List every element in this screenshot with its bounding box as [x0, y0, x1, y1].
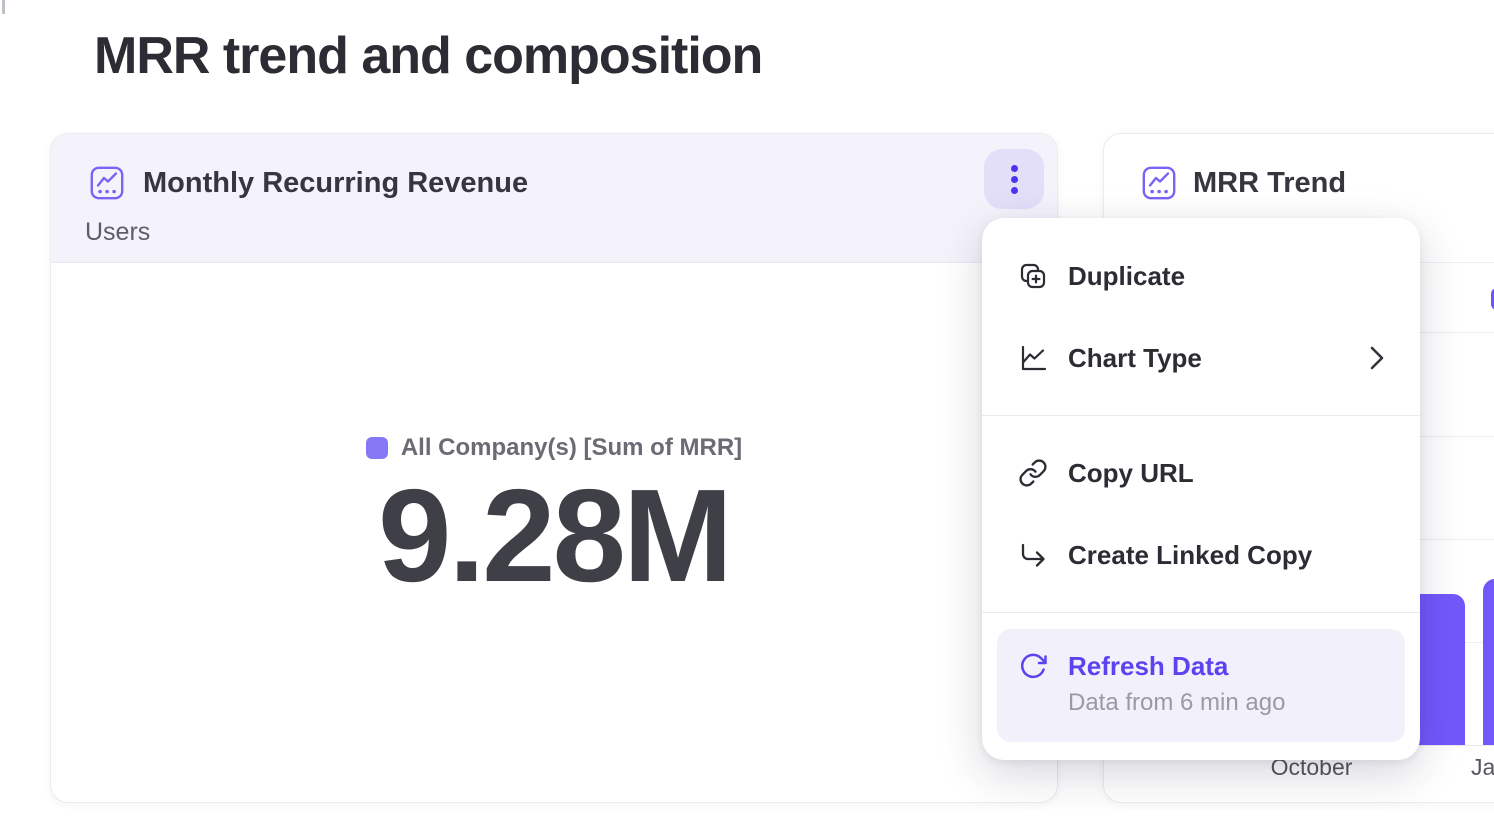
chart-type-icon [1018, 343, 1048, 373]
menu-item-label: Chart Type [1068, 343, 1202, 374]
mrr-trend-card-title: MRR Trend [1193, 163, 1346, 203]
kpi-legend: All Company(s) [Sum of MRR] [366, 434, 742, 462]
chart-widget-icon [1140, 164, 1178, 202]
refresh-data-age: Data from 6 min ago [1068, 684, 1285, 721]
kebab-menu-icon [1011, 165, 1018, 194]
menu-item-create-linked-copy[interactable]: Create Linked Copy [982, 514, 1420, 596]
menu-divider [982, 415, 1420, 416]
menu-item-chart-type[interactable]: Chart Type [982, 317, 1420, 399]
menu-item-label: Create Linked Copy [1068, 540, 1312, 571]
mrr-card-header: Monthly Recurring Revenue Users [51, 134, 1057, 263]
menu-item-duplicate[interactable]: Duplicate [982, 235, 1420, 317]
mrr-card-title: Monthly Recurring Revenue [143, 163, 528, 203]
monthly-recurring-revenue-card: Monthly Recurring Revenue Users All Comp… [50, 133, 1058, 803]
refresh-icon [1018, 651, 1048, 681]
menu-item-label: Refresh Data [1068, 648, 1285, 684]
page-title: MRR trend and composition [94, 28, 762, 84]
menu-item-label: Duplicate [1068, 261, 1185, 292]
bar-january [1483, 579, 1494, 745]
menu-item-copy-url[interactable]: Copy URL [982, 432, 1420, 514]
menu-item-refresh-data[interactable]: Refresh Data Data from 6 min ago [997, 629, 1405, 742]
corner-down-right-icon [1018, 540, 1048, 570]
legend-swatch [366, 437, 388, 459]
link-icon [1018, 458, 1048, 488]
mrr-card-subtitle: Users [85, 216, 150, 248]
chart-widget-icon [88, 164, 126, 202]
duplicate-icon [1018, 261, 1048, 291]
kpi-block: All Company(s) [Sum of MRR] 9.28M [51, 434, 1057, 596]
chevron-right-icon [1370, 345, 1384, 371]
dashboard-page: MRR trend and composition MRR Trend Octo… [0, 0, 1494, 816]
kpi-value: 9.28M [378, 476, 730, 596]
card-context-menu: Duplicate Chart Type [982, 218, 1420, 760]
menu-divider [982, 612, 1420, 613]
legend-label: All Company(s) [Sum of MRR] [401, 434, 742, 462]
card-options-button[interactable] [984, 149, 1044, 209]
page-edge-artifact [2, 0, 5, 14]
menu-item-label: Copy URL [1068, 458, 1194, 489]
x-axis-label-january: Ja [1471, 754, 1494, 781]
